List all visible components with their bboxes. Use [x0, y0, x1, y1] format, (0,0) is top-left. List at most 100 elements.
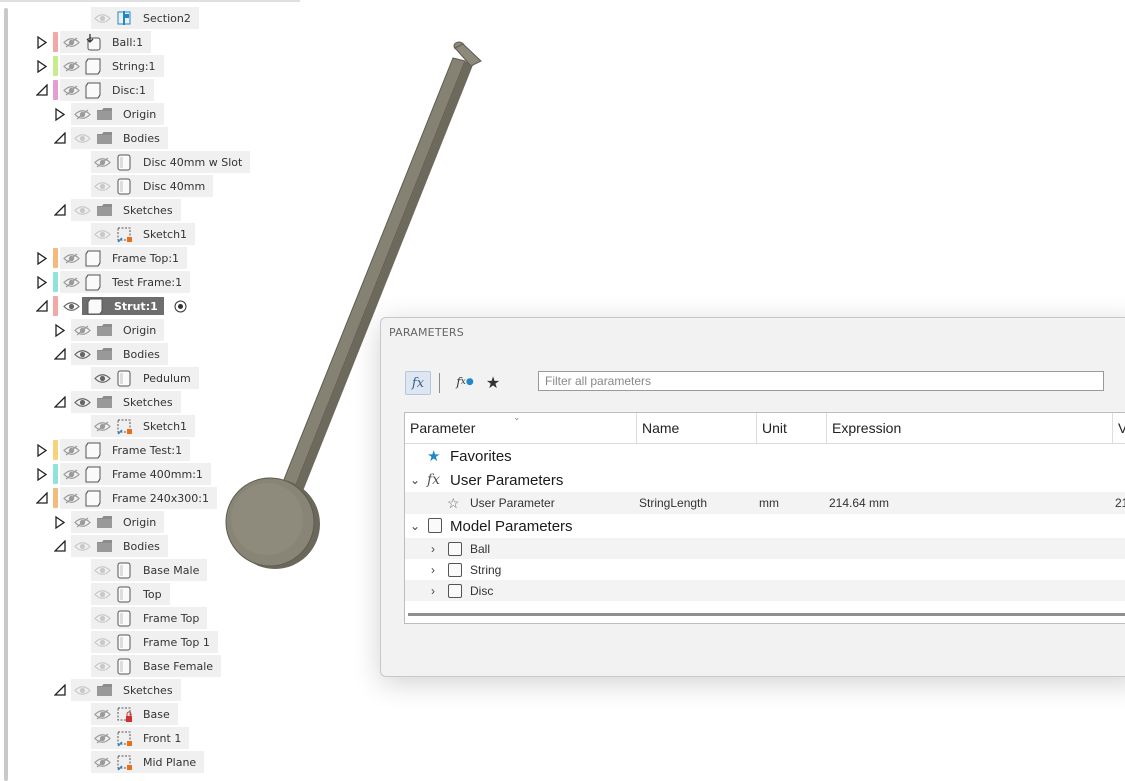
user-parameter-row[interactable]: ☆ User Parameter StringLength mm 214.64 …	[405, 492, 1125, 514]
pendulum-disc[interactable]	[225, 477, 320, 569]
eye-hidden-icon[interactable]	[91, 751, 113, 773]
eye-visible-icon[interactable]	[91, 223, 113, 245]
column-header-name[interactable]: Name	[637, 413, 757, 443]
expand-triangle-open-icon[interactable]	[53, 683, 67, 697]
row-body[interactable]: Base Female	[91, 655, 222, 677]
expand-triangle-open-icon[interactable]	[35, 83, 49, 97]
eye-visible-icon[interactable]	[71, 127, 93, 149]
row-body[interactable]: Section2	[91, 7, 199, 29]
chevron-right-icon[interactable]: ›	[431, 563, 435, 577]
user-parameter-unit[interactable]: mm	[759, 496, 779, 510]
row-body[interactable]: Test Frame:1	[60, 271, 191, 293]
eye-visible-icon[interactable]	[91, 607, 113, 629]
browser-row[interactable]: Strut:1	[35, 295, 188, 317]
expand-triangle-open-icon[interactable]	[53, 395, 67, 409]
row-body[interactable]: Base Male	[91, 559, 208, 581]
browser-row[interactable]: Pedulum	[91, 367, 199, 389]
browser-row[interactable]: Front 1	[91, 727, 190, 749]
row-body[interactable]: Bodies	[71, 535, 168, 557]
chevron-down-icon[interactable]: ⌄	[410, 473, 420, 487]
browser-row[interactable]: Bodies	[53, 127, 168, 149]
model-row-disc[interactable]: › Disc	[405, 580, 1125, 601]
expand-triangle-closed-icon[interactable]	[35, 275, 49, 289]
browser-row[interactable]: Ball:1	[35, 31, 152, 53]
eye-hidden-icon[interactable]	[71, 511, 93, 533]
all-parameters-fx-icon[interactable]: fx	[405, 371, 431, 395]
row-body[interactable]: Disc:1	[60, 79, 155, 101]
expand-triangle-open-icon[interactable]	[53, 539, 67, 553]
row-body[interactable]: Mid Plane	[91, 751, 205, 773]
eye-visible-icon[interactable]	[71, 679, 93, 701]
filter-parameters-input[interactable]	[538, 371, 1104, 391]
expand-triangle-open-icon[interactable]	[53, 131, 67, 145]
favorites-star-icon[interactable]: ★	[481, 371, 505, 393]
expand-triangle-closed-icon[interactable]	[35, 443, 49, 457]
browser-row[interactable]: Origin	[53, 511, 165, 533]
row-body[interactable]: Frame 240x300:1	[60, 487, 217, 509]
chevron-right-icon[interactable]: ›	[431, 584, 435, 598]
eye-visible-icon[interactable]	[71, 199, 93, 221]
eye-hidden-icon[interactable]	[71, 103, 93, 125]
browser-row[interactable]: Sketch1	[91, 223, 196, 245]
expand-triangle-closed-icon[interactable]	[53, 323, 67, 337]
eye-hidden-icon[interactable]	[60, 271, 82, 293]
chevron-right-icon[interactable]: ›	[431, 542, 435, 556]
row-body[interactable]: Pedulum	[91, 367, 199, 389]
row-body[interactable]: Frame Top 1	[91, 631, 218, 653]
eye-visible-icon[interactable]	[91, 631, 113, 653]
row-body[interactable]: Frame 400mm:1	[60, 463, 211, 485]
model-parameters-row[interactable]: ⌄ Model Parameters	[405, 514, 1125, 538]
column-header-unit[interactable]: Unit	[757, 413, 827, 443]
column-header-value[interactable]: V	[1113, 413, 1125, 443]
row-body[interactable]: Strut:1	[60, 295, 172, 317]
expand-triangle-open-icon[interactable]	[53, 203, 67, 217]
browser-row[interactable]: Top	[91, 583, 170, 605]
browser-row[interactable]: Sketches	[53, 199, 181, 221]
browser-row[interactable]: Bodies	[53, 535, 168, 557]
row-body[interactable]: Bodies	[71, 127, 168, 149]
eye-visible-icon[interactable]	[71, 535, 93, 557]
activate-radio-icon[interactable]	[174, 299, 188, 313]
browser-row[interactable]: Mid Plane	[91, 751, 205, 773]
row-body[interactable]: Frame Top:1	[60, 247, 188, 269]
eye-hidden-icon[interactable]	[60, 487, 82, 509]
eye-visible-icon[interactable]	[91, 559, 113, 581]
eye-visible-icon[interactable]	[91, 175, 113, 197]
browser-row[interactable]: Frame 400mm:1	[35, 463, 211, 485]
row-body[interactable]: Sketches	[71, 199, 181, 221]
browser-row[interactable]: Sketches	[53, 679, 181, 701]
browser-row[interactable]: Base	[91, 703, 178, 725]
expand-triangle-closed-icon[interactable]	[35, 251, 49, 265]
browser-row[interactable]: Origin	[53, 103, 165, 125]
user-parameters-fx-icon[interactable]: f x ●	[453, 371, 477, 393]
eye-hidden-icon[interactable]	[60, 439, 82, 461]
browser-row[interactable]: Frame 240x300:1	[35, 487, 217, 509]
eye-hidden-icon[interactable]	[91, 415, 113, 437]
column-header-parameter[interactable]: Parameter ⌄	[405, 413, 637, 443]
browser-row[interactable]: Disc 40mm	[91, 175, 214, 197]
eye-hidden-icon[interactable]	[60, 31, 82, 53]
row-body[interactable]: Sketch1	[91, 223, 196, 245]
browser-row[interactable]: Sketch1	[91, 415, 196, 437]
chevron-down-icon[interactable]: ⌄	[410, 519, 420, 533]
expand-triangle-closed-icon[interactable]	[35, 59, 49, 73]
model-row-string[interactable]: › String	[405, 559, 1125, 580]
row-body[interactable]: Origin	[71, 511, 165, 533]
row-body[interactable]: Sketches	[71, 679, 181, 701]
row-body[interactable]: Origin	[71, 319, 165, 341]
row-body[interactable]: Frame Test:1	[60, 439, 191, 461]
expand-triangle-open-icon[interactable]	[35, 299, 49, 313]
eye-visible-icon[interactable]	[91, 367, 113, 389]
row-body[interactable]: Front 1	[91, 727, 190, 749]
row-body[interactable]: Sketch1	[91, 415, 196, 437]
row-body[interactable]: Sketches	[71, 391, 181, 413]
browser-row[interactable]: Sketches	[53, 391, 181, 413]
user-parameter-name[interactable]: StringLength	[639, 496, 707, 510]
expand-triangle-closed-icon[interactable]	[53, 107, 67, 121]
expand-triangle-closed-icon[interactable]	[35, 467, 49, 481]
expand-triangle-closed-icon[interactable]	[35, 35, 49, 49]
row-body[interactable]: Base	[91, 703, 178, 725]
browser-row[interactable]: Test Frame:1	[35, 271, 191, 293]
eye-visible-icon[interactable]	[71, 343, 93, 365]
eye-hidden-icon[interactable]	[60, 463, 82, 485]
